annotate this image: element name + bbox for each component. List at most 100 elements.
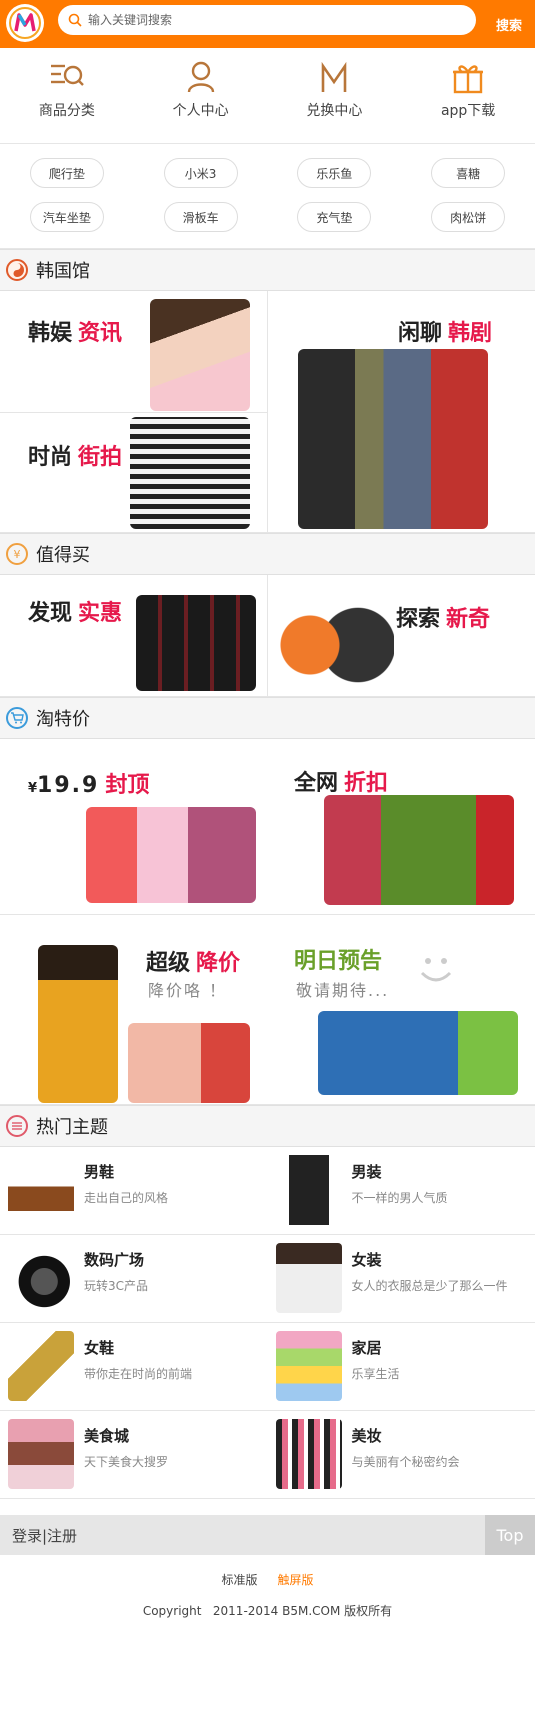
touch-version-link[interactable]: 触屏版 bbox=[278, 1573, 314, 1587]
coat-model-photo bbox=[38, 945, 118, 1103]
topic-desc: 带你走在时尚的前端 bbox=[84, 1367, 193, 1381]
topic-name: 美妆 bbox=[351, 1427, 382, 1445]
topic-name: 美食城 bbox=[84, 1427, 130, 1445]
tag-item[interactable]: 小米3 bbox=[163, 158, 238, 188]
promo-discount[interactable]: 全网 折扣 bbox=[268, 739, 535, 915]
promo-title: ¥19.9 封顶 bbox=[28, 773, 150, 798]
topic-digital[interactable]: 数码广场 玩转3C产品 bbox=[0, 1235, 268, 1323]
nav-item-app-download[interactable]: app下载 bbox=[401, 48, 535, 143]
tag-item[interactable]: 乐乐鱼 bbox=[297, 158, 372, 188]
footer: 标准版 触屏版 Copyright 2011-2014 B5M.COM 版权所有 bbox=[0, 1555, 535, 1619]
promo-subtitle: 降价咯 ！ bbox=[148, 981, 228, 1000]
search-button[interactable]: 搜索 bbox=[483, 0, 535, 48]
smartwatch-photo bbox=[274, 597, 394, 693]
standard-version-link[interactable]: 标准版 bbox=[221, 1573, 257, 1587]
logo-icon bbox=[9, 7, 41, 39]
topic-mens-clothing[interactable]: 男装 不一样的男人气质 bbox=[267, 1147, 535, 1235]
topic-desc: 不一样的男人气质 bbox=[351, 1191, 448, 1205]
nav-label: 兑换中心 bbox=[306, 103, 363, 119]
hot-tags: 爬行垫 小米3 乐乐鱼 喜糖 汽车坐垫 滑板车 充气垫 肉松饼 bbox=[0, 144, 535, 249]
topic-womens-clothing[interactable]: 女装 女人的衣服总是少了那么一件 bbox=[267, 1235, 535, 1323]
womens-clothing-icon bbox=[275, 1243, 342, 1313]
user-icon bbox=[187, 61, 214, 93]
smile-icon bbox=[420, 958, 452, 982]
couple-photo bbox=[298, 349, 488, 529]
mens-clothing-icon bbox=[275, 1155, 342, 1225]
section-title: 值得买 bbox=[36, 545, 90, 566]
topic-name: 数码广场 bbox=[84, 1251, 145, 1269]
section-header-worth: ¥ 值得买 bbox=[0, 533, 535, 575]
exchange-m-icon bbox=[322, 61, 347, 92]
nav-label: 个人中心 bbox=[172, 103, 229, 119]
korea-flag-icon bbox=[6, 259, 28, 281]
promo-price-cap[interactable]: ¥19.9 封顶 bbox=[0, 739, 268, 915]
camera-icon bbox=[8, 1243, 74, 1313]
korea-grid: 韩娱 资讯 时尚 街拍 闲聊 韩剧 bbox=[0, 291, 535, 533]
section-header-korea: 韩国馆 bbox=[0, 249, 535, 291]
topic-grid: 男鞋 走出自己的风格 男装 不一样的男人气质 数码广场 玩转3C产品 女装 女人… bbox=[0, 1147, 535, 1499]
topic-name: 女装 bbox=[351, 1251, 382, 1269]
topic-food[interactable]: 美食城 天下美食大搜罗 bbox=[0, 1411, 268, 1499]
login-register-link[interactable]: 登录|注册 bbox=[12, 1525, 77, 1546]
topic-mens-shoes[interactable]: 男鞋 走出自己的风格 bbox=[0, 1147, 268, 1235]
tag-item[interactable]: 汽车坐垫 bbox=[29, 202, 104, 232]
topic-home[interactable]: 家居 乐享生活 bbox=[267, 1323, 535, 1411]
category-list-icon bbox=[50, 64, 84, 86]
header-bar: 搜索 bbox=[0, 0, 535, 48]
promo-title: 韩娱 资讯 bbox=[28, 321, 123, 346]
topic-name: 男鞋 bbox=[84, 1163, 115, 1181]
gift-icon bbox=[453, 65, 484, 94]
topic-desc: 乐享生活 bbox=[351, 1367, 400, 1381]
promo-super-price-drop[interactable]: 超级 降价 降价咯 ！ bbox=[0, 915, 268, 1105]
quick-nav: 商品分类 个人中心 兑换中心 app下载 bbox=[0, 48, 535, 144]
topic-womens-shoes[interactable]: 女鞋 带你走在时尚的前端 bbox=[0, 1323, 268, 1411]
kids-shoes-cup-photo bbox=[318, 1011, 518, 1095]
promo-title: 全网 折扣 bbox=[294, 771, 389, 796]
promo-korean-drama[interactable]: 闲聊 韩剧 bbox=[268, 291, 535, 533]
lipstick-icon bbox=[275, 1419, 342, 1489]
tao-grid-bottom: 超级 降价 降价咯 ！ 明日预告 敬请期待... bbox=[0, 915, 535, 1105]
list-icon bbox=[6, 1115, 28, 1137]
section-title: 韩国馆 bbox=[36, 261, 90, 282]
promo-title: 闲聊 韩剧 bbox=[398, 321, 493, 346]
promo-title: 探索 新奇 bbox=[396, 607, 491, 632]
search-input[interactable] bbox=[88, 13, 448, 27]
nav-item-category[interactable]: 商品分类 bbox=[0, 48, 134, 143]
promo-korean-ent[interactable]: 韩娱 资讯 bbox=[0, 291, 268, 413]
cart-icon bbox=[6, 707, 28, 729]
promo-discover-deals[interactable]: 发现 实惠 bbox=[0, 575, 268, 697]
nav-item-profile[interactable]: 个人中心 bbox=[134, 48, 268, 143]
tag-item[interactable]: 充气垫 bbox=[297, 202, 372, 232]
mens-shoe-icon bbox=[8, 1155, 74, 1225]
tag-item[interactable]: 肉松饼 bbox=[431, 202, 506, 232]
cosmetics-candy-photo bbox=[86, 807, 256, 903]
topic-desc: 与美丽有个秘密约会 bbox=[351, 1455, 460, 1469]
section-title: 热门主题 bbox=[36, 1117, 108, 1138]
version-links: 标准版 触屏版 bbox=[0, 1571, 535, 1588]
tag-item[interactable]: 滑板车 bbox=[163, 202, 238, 232]
nav-item-exchange[interactable]: 兑换中心 bbox=[268, 48, 402, 143]
topic-beauty[interactable]: 美妆 与美丽有个秘密约会 bbox=[267, 1411, 535, 1499]
high-heel-icon bbox=[8, 1331, 74, 1401]
skincare-bag-photo bbox=[324, 795, 514, 905]
promo-street-fashion[interactable]: 时尚 街拍 bbox=[0, 413, 268, 533]
search-box bbox=[58, 5, 476, 35]
promo-title: 超级 降价 bbox=[146, 951, 241, 976]
tao-grid-top: ¥19.9 封顶 全网 折扣 bbox=[0, 739, 535, 915]
tag-item[interactable]: 喜糖 bbox=[431, 158, 506, 188]
model-photo bbox=[130, 417, 250, 529]
pillows-icon bbox=[275, 1331, 342, 1401]
tag-item[interactable]: 爬行垫 bbox=[29, 158, 104, 188]
promo-tomorrow-preview[interactable]: 明日预告 敬请期待... bbox=[268, 915, 535, 1105]
topic-desc: 走出自己的风格 bbox=[84, 1191, 169, 1205]
promo-subtitle: 敬请期待... bbox=[296, 981, 390, 1000]
promo-explore-novelty[interactable]: 探索 新奇 bbox=[268, 575, 535, 697]
promo-title: 明日预告 bbox=[294, 949, 383, 974]
topic-desc: 天下美食大搜罗 bbox=[84, 1455, 169, 1469]
bags-shoes-photo bbox=[128, 1023, 250, 1103]
logo[interactable] bbox=[6, 4, 44, 42]
back-to-top-button[interactable]: Top bbox=[485, 1515, 535, 1555]
section-header-hot: 热门主题 bbox=[0, 1105, 535, 1147]
copyright: Copyright 2011-2014 B5M.COM 版权所有 bbox=[142, 1604, 393, 1618]
nav-label: app下载 bbox=[440, 103, 496, 119]
